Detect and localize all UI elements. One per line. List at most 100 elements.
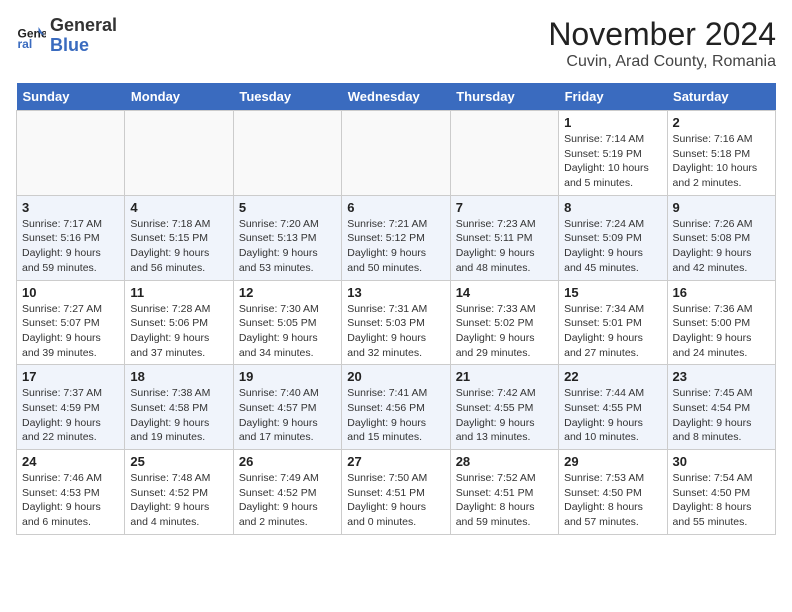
day-number: 8 — [564, 200, 661, 215]
day-number: 1 — [564, 115, 661, 130]
month-title: November 2024 — [548, 16, 776, 53]
day-info: Sunrise: 7:37 AM Sunset: 4:59 PM Dayligh… — [22, 386, 119, 445]
day-number: 27 — [347, 454, 444, 469]
day-info: Sunrise: 7:31 AM Sunset: 5:03 PM Dayligh… — [347, 302, 444, 361]
day-number: 7 — [456, 200, 553, 215]
calendar-cell: 28Sunrise: 7:52 AM Sunset: 4:51 PM Dayli… — [450, 450, 558, 535]
calendar-cell: 11 Sunrise: 7:28 AM Sunset: 5:06 PM Dayli… — [125, 280, 233, 365]
calendar-cell: 4 Sunrise: 7:18 AM Sunset: 5:15 PM Daylig… — [125, 195, 233, 280]
location-title: Cuvin, Arad County, Romania — [548, 53, 776, 71]
calendar-header-tuesday: Tuesday — [233, 83, 341, 111]
day-info: Sunrise: 7:50 AM Sunset: 4:51 PM Dayligh… — [347, 471, 444, 530]
header: Gene ral General Blue November 2024 Cuvi… — [16, 16, 776, 71]
day-info: Sunrise: 7:36 AM Sunset: 5:00 PM Dayligh… — [673, 302, 770, 361]
day-number: 29 — [564, 454, 661, 469]
day-info: Sunrise: 7:41 AM Sunset: 4:56 PM Dayligh… — [347, 386, 444, 445]
day-info: Sunrise: 7:46 AM Sunset: 4:53 PM Dayligh… — [22, 471, 119, 530]
day-number: 12 — [239, 285, 336, 300]
day-number: 26 — [239, 454, 336, 469]
calendar-cell: 7 Sunrise: 7:23 AM Sunset: 5:11 PM Daylig… — [450, 195, 558, 280]
day-info: Sunrise: 7:44 AM Sunset: 4:55 PM Dayligh… — [564, 386, 661, 445]
calendar-cell: 3 Sunrise: 7:17 AM Sunset: 5:16 PM Daylig… — [17, 195, 125, 280]
calendar-cell: 24Sunrise: 7:46 AM Sunset: 4:53 PM Dayli… — [17, 450, 125, 535]
calendar-cell: 5 Sunrise: 7:20 AM Sunset: 5:13 PM Daylig… — [233, 195, 341, 280]
calendar-cell: 17 Sunrise: 7:37 AM Sunset: 4:59 PM Dayli… — [17, 365, 125, 450]
day-info: Sunrise: 7:24 AM Sunset: 5:09 PM Dayligh… — [564, 217, 661, 276]
day-info: Sunrise: 7:17 AM Sunset: 5:16 PM Dayligh… — [22, 217, 119, 276]
day-number: 25 — [130, 454, 227, 469]
day-info: Sunrise: 7:52 AM Sunset: 4:51 PM Dayligh… — [456, 471, 553, 530]
calendar-cell: 21Sunrise: 7:42 AM Sunset: 4:55 PM Dayli… — [450, 365, 558, 450]
day-info: Sunrise: 7:18 AM Sunset: 5:15 PM Dayligh… — [130, 217, 227, 276]
day-number: 14 — [456, 285, 553, 300]
day-number: 23 — [673, 369, 770, 384]
calendar-cell: 15 Sunrise: 7:34 AM Sunset: 5:01 PM Dayli… — [559, 280, 667, 365]
calendar-week-row: 24Sunrise: 7:46 AM Sunset: 4:53 PM Dayli… — [17, 450, 776, 535]
day-number: 16 — [673, 285, 770, 300]
calendar-cell — [233, 111, 341, 196]
calendar-week-row: 3 Sunrise: 7:17 AM Sunset: 5:16 PM Daylig… — [17, 195, 776, 280]
calendar-cell: 23 Sunrise: 7:45 AM Sunset: 4:54 PM Dayli… — [667, 365, 775, 450]
day-number: 15 — [564, 285, 661, 300]
calendar-body: 1 Sunrise: 7:14 AM Sunset: 5:19 PM Daylig… — [17, 111, 776, 535]
day-number: 19 — [239, 369, 336, 384]
calendar-header-saturday: Saturday — [667, 83, 775, 111]
day-info: Sunrise: 7:16 AM Sunset: 5:18 PM Dayligh… — [673, 132, 770, 191]
day-info: Sunrise: 7:14 AM Sunset: 5:19 PM Dayligh… — [564, 132, 661, 191]
day-number: 10 — [22, 285, 119, 300]
day-info: Sunrise: 7:45 AM Sunset: 4:54 PM Dayligh… — [673, 386, 770, 445]
day-info: Sunrise: 7:53 AM Sunset: 4:50 PM Dayligh… — [564, 471, 661, 530]
calendar-header-monday: Monday — [125, 83, 233, 111]
calendar-header-friday: Friday — [559, 83, 667, 111]
calendar-cell — [342, 111, 450, 196]
calendar-cell — [450, 111, 558, 196]
day-info: Sunrise: 7:30 AM Sunset: 5:05 PM Dayligh… — [239, 302, 336, 361]
day-number: 11 — [130, 285, 227, 300]
calendar-cell: 27 Sunrise: 7:50 AM Sunset: 4:51 PM Dayli… — [342, 450, 450, 535]
day-info: Sunrise: 7:48 AM Sunset: 4:52 PM Dayligh… — [130, 471, 227, 530]
calendar-cell: 8 Sunrise: 7:24 AM Sunset: 5:09 PM Daylig… — [559, 195, 667, 280]
title-area: November 2024 Cuvin, Arad County, Romani… — [548, 16, 776, 71]
day-info: Sunrise: 7:21 AM Sunset: 5:12 PM Dayligh… — [347, 217, 444, 276]
calendar-cell: 13Sunrise: 7:31 AM Sunset: 5:03 PM Dayli… — [342, 280, 450, 365]
day-info: Sunrise: 7:20 AM Sunset: 5:13 PM Dayligh… — [239, 217, 336, 276]
calendar-cell: 9Sunrise: 7:26 AM Sunset: 5:08 PM Daylig… — [667, 195, 775, 280]
day-info: Sunrise: 7:38 AM Sunset: 4:58 PM Dayligh… — [130, 386, 227, 445]
day-number: 4 — [130, 200, 227, 215]
calendar-header-thursday: Thursday — [450, 83, 558, 111]
calendar-cell: 10 Sunrise: 7:27 AM Sunset: 5:07 PM Dayli… — [17, 280, 125, 365]
calendar-cell: 14 Sunrise: 7:33 AM Sunset: 5:02 PM Dayli… — [450, 280, 558, 365]
calendar-header-wednesday: Wednesday — [342, 83, 450, 111]
day-number: 5 — [239, 200, 336, 215]
calendar-week-row: 10 Sunrise: 7:27 AM Sunset: 5:07 PM Dayli… — [17, 280, 776, 365]
calendar-header-row: SundayMondayTuesdayWednesdayThursdayFrid… — [17, 83, 776, 111]
day-info: Sunrise: 7:28 AM Sunset: 5:06 PM Dayligh… — [130, 302, 227, 361]
day-number: 21 — [456, 369, 553, 384]
day-number: 3 — [22, 200, 119, 215]
day-info: Sunrise: 7:26 AM Sunset: 5:08 PM Dayligh… — [673, 217, 770, 276]
calendar-cell: 25 Sunrise: 7:48 AM Sunset: 4:52 PM Dayli… — [125, 450, 233, 535]
calendar-cell: 18 Sunrise: 7:38 AM Sunset: 4:58 PM Dayli… — [125, 365, 233, 450]
day-number: 17 — [22, 369, 119, 384]
day-number: 20 — [347, 369, 444, 384]
calendar-cell: 2 Sunrise: 7:16 AM Sunset: 5:18 PM Daylig… — [667, 111, 775, 196]
calendar-cell: 16 Sunrise: 7:36 AM Sunset: 5:00 PM Dayli… — [667, 280, 775, 365]
calendar-cell — [125, 111, 233, 196]
day-info: Sunrise: 7:33 AM Sunset: 5:02 PM Dayligh… — [456, 302, 553, 361]
day-info: Sunrise: 7:27 AM Sunset: 5:07 PM Dayligh… — [22, 302, 119, 361]
day-number: 2 — [673, 115, 770, 130]
calendar-header-sunday: Sunday — [17, 83, 125, 111]
calendar-table: SundayMondayTuesdayWednesdayThursdayFrid… — [16, 83, 776, 535]
day-number: 22 — [564, 369, 661, 384]
calendar-week-row: 1 Sunrise: 7:14 AM Sunset: 5:19 PM Daylig… — [17, 111, 776, 196]
day-info: Sunrise: 7:54 AM Sunset: 4:50 PM Dayligh… — [673, 471, 770, 530]
day-number: 18 — [130, 369, 227, 384]
calendar-cell: 1 Sunrise: 7:14 AM Sunset: 5:19 PM Daylig… — [559, 111, 667, 196]
calendar-cell — [17, 111, 125, 196]
logo-text: General Blue — [50, 16, 117, 56]
day-info: Sunrise: 7:34 AM Sunset: 5:01 PM Dayligh… — [564, 302, 661, 361]
day-number: 30 — [673, 454, 770, 469]
day-number: 6 — [347, 200, 444, 215]
calendar-cell: 29 Sunrise: 7:53 AM Sunset: 4:50 PM Dayli… — [559, 450, 667, 535]
day-info: Sunrise: 7:23 AM Sunset: 5:11 PM Dayligh… — [456, 217, 553, 276]
